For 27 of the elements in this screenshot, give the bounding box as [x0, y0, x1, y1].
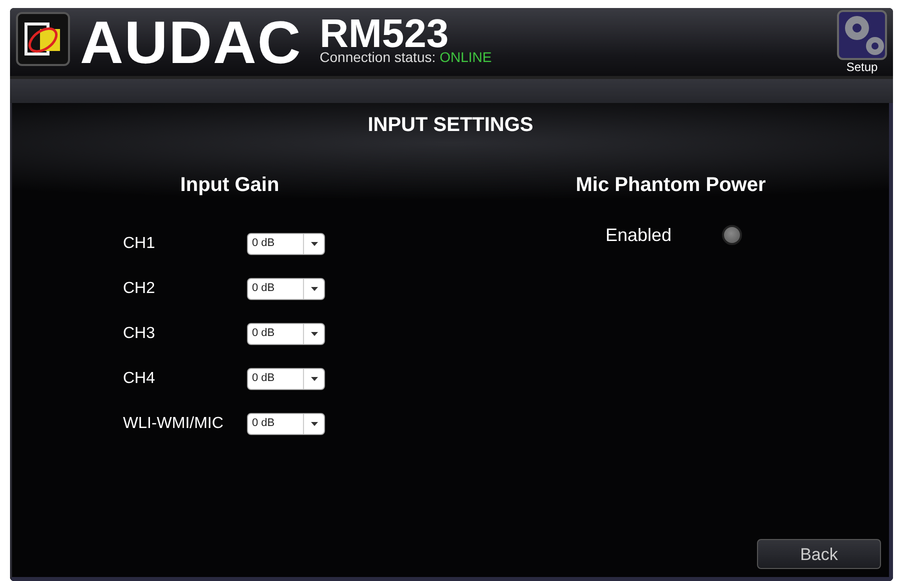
phantom-power-toggle[interactable] [722, 225, 742, 245]
gear-icon [837, 10, 887, 60]
caret-icon [310, 242, 318, 246]
channel-label: CH1 [123, 236, 156, 252]
channel-label: CH4 [123, 370, 156, 386]
gain-dropdown[interactable]: 0 dB [247, 322, 325, 344]
channel-label: WLI-WMI/MIC [123, 416, 224, 432]
setup-button[interactable]: Setup [837, 10, 887, 76]
channel-label: CH3 [123, 326, 156, 342]
caret-icon [310, 376, 318, 380]
section-title: Input Gain [180, 175, 280, 195]
gain-dropdown[interactable]: 0 dB [247, 368, 325, 390]
caret-icon [310, 422, 318, 426]
gain-dropdown[interactable]: 0 dB [247, 232, 325, 254]
gain-dropdown[interactable]: 0 dB [247, 412, 325, 434]
back-button[interactable]: Back [757, 539, 881, 569]
page-title: INPUT SETTINGS [366, 115, 534, 138]
logo-icon [16, 12, 70, 66]
enabled-label: Enabled [606, 226, 673, 244]
status-label: Connection status: [320, 50, 436, 64]
channel-label: CH2 [123, 280, 156, 296]
caret-icon [310, 286, 318, 290]
gain-dropdown[interactable]: 0 dB [247, 278, 325, 300]
caret-icon [310, 332, 318, 336]
section-title: Mic Phantom Power [576, 175, 766, 195]
brand-name: AUDAC [80, 13, 302, 76]
status-value: ONLINE [440, 50, 492, 64]
